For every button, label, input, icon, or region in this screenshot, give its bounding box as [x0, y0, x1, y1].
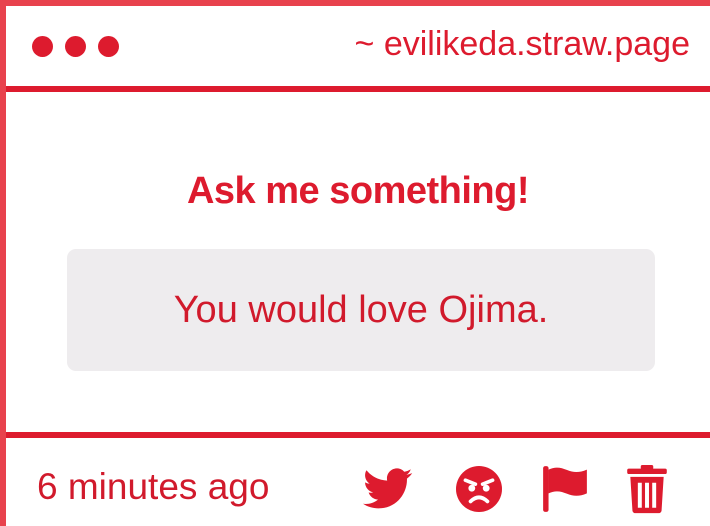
question-text: You would love Ojima. — [173, 289, 549, 331]
ask-card: ~ evilikeda.straw.page Ask me something!… — [0, 0, 710, 526]
bottom-divider — [6, 432, 710, 438]
timestamp: 6 minutes ago — [37, 466, 270, 507]
window-titlebar: ~ evilikeda.straw.page — [6, 6, 710, 86]
delete-trash-button[interactable] — [620, 462, 674, 516]
window-dots — [32, 36, 119, 57]
trash-icon — [627, 465, 667, 514]
report-flag-button[interactable] — [538, 462, 592, 516]
twitter-icon — [363, 468, 413, 509]
react-angry-button[interactable] — [452, 462, 506, 516]
angry-face-icon — [456, 466, 502, 512]
question-box: You would love Ojima. — [67, 249, 655, 371]
top-divider — [6, 86, 710, 92]
page-title: Ask me something! — [186, 170, 530, 212]
share-twitter-button[interactable] — [361, 462, 415, 516]
window-dot-icon — [65, 36, 86, 57]
window-dot-icon — [98, 36, 119, 57]
flag-icon — [543, 466, 587, 512]
site-url[interactable]: ~ evilikeda.straw.page — [355, 24, 690, 64]
window-dot-icon — [32, 36, 53, 57]
